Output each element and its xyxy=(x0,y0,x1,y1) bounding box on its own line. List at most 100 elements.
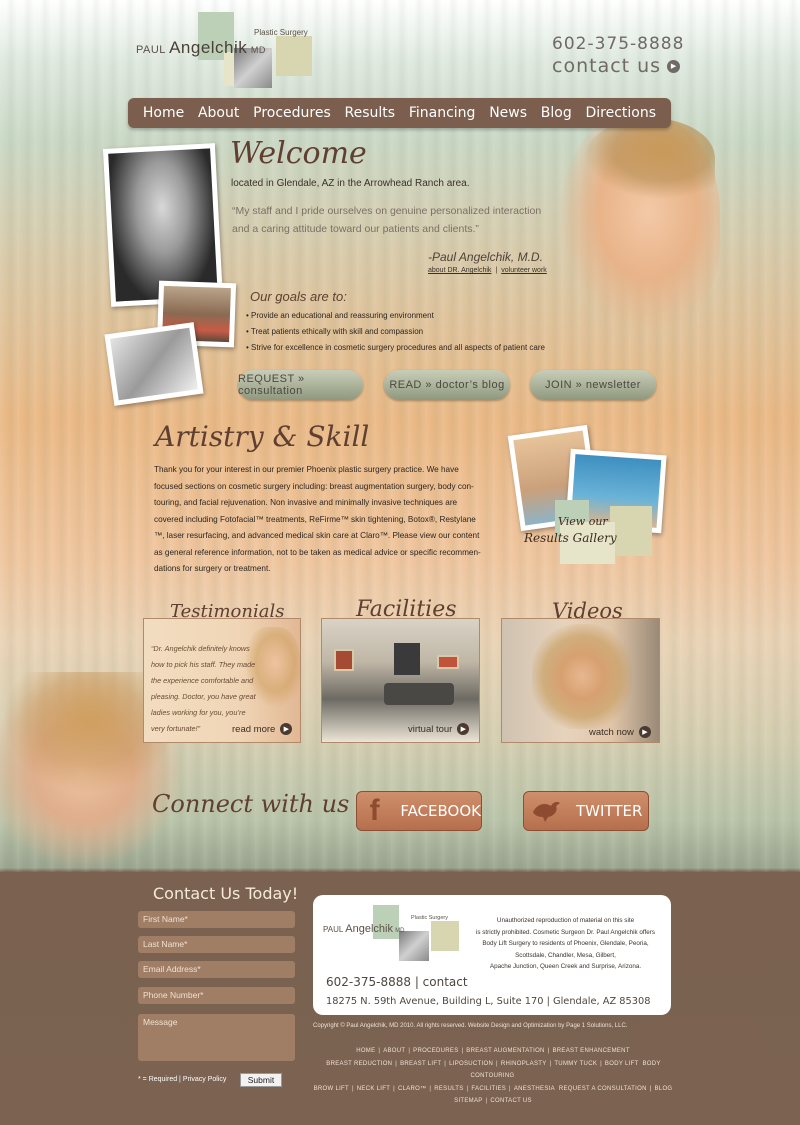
videos-card[interactable]: watch now ▶ xyxy=(501,618,660,743)
artistry-line: focused sections on cosmetic surgery inc… xyxy=(154,481,474,491)
footer-link[interactable]: SITEMAP xyxy=(454,1098,482,1104)
arrow-right-icon: ▶ xyxy=(638,726,651,738)
read-more-link[interactable]: read more ▶ xyxy=(232,723,293,735)
testimonial-line: ladies working for you, you’re xyxy=(151,708,246,717)
bird-icon xyxy=(524,798,568,824)
volunteer-work-link[interactable]: volunteer work xyxy=(501,267,547,274)
facility-art-1 xyxy=(334,649,354,671)
contact-us-label: contact us xyxy=(552,55,662,77)
artistry-text: Thank you for your interest in our premi… xyxy=(154,462,499,578)
read-blog-button[interactable]: READ » doctor’s blog xyxy=(384,370,510,400)
artistry-title: Artistry & Skill xyxy=(155,420,370,453)
request-consultation-button[interactable]: REQUEST » consultation xyxy=(238,370,363,400)
watch-now-label: watch now xyxy=(589,726,634,738)
footer-logo[interactable]: PAUL Angelchik MD Plastic Surgery xyxy=(321,903,471,961)
artistry-line: dations for surgery or treatment. xyxy=(154,564,271,573)
nav-blog[interactable]: Blog xyxy=(541,105,572,121)
footer-link[interactable]: BREAST LIFT xyxy=(400,1061,441,1067)
footer-link[interactable]: CLARO™ xyxy=(398,1086,426,1092)
goals-title: Our goals are to: xyxy=(250,289,347,304)
header-contact-us[interactable]: contact us ▶ xyxy=(552,55,681,77)
facility-doorway xyxy=(394,643,420,675)
footer-links-row: BROW LIFT | NECK LIFT | CLARO™ | RESULTS… xyxy=(313,1085,673,1092)
virtual-tour-link[interactable]: virtual tour ▶ xyxy=(408,723,470,735)
footer-logo-tag: Plastic Surgery xyxy=(411,915,448,921)
nav-financing[interactable]: Financing xyxy=(409,105,476,121)
hero-woman-hair xyxy=(585,118,715,198)
footer-link[interactable]: NECK LIFT xyxy=(357,1086,390,1092)
footer-link[interactable]: BLOG xyxy=(655,1086,673,1092)
footer-contact-title: Contact Us Today! xyxy=(153,884,299,903)
facebook-button[interactable]: f FACEBOOK xyxy=(356,791,482,831)
footer-link[interactable]: ABOUT xyxy=(383,1048,405,1054)
message-field[interactable]: Message xyxy=(138,1014,295,1061)
footer-link[interactable]: REQUEST A CONSULTATION xyxy=(559,1086,647,1092)
footer-link[interactable]: LIPOSUCTION xyxy=(449,1061,493,1067)
facilities-card[interactable]: virtual tour ▶ xyxy=(321,618,480,743)
link-divider: | xyxy=(495,267,498,274)
footer-copyright: Copyright © Paul Angelchik, MD 2010. All… xyxy=(313,1023,628,1029)
footer-links: HOME | ABOUT | PROCEDURES | BREAST AUGME… xyxy=(308,1045,678,1108)
nav-home[interactable]: Home xyxy=(143,105,184,121)
footer-info-box: PAUL Angelchik MD Plastic Surgery Unauth… xyxy=(313,895,671,1015)
nav-results[interactable]: Results xyxy=(345,105,396,121)
join-newsletter-button[interactable]: JOIN » newsletter xyxy=(530,370,656,400)
arrow-right-icon: ▶ xyxy=(280,723,293,735)
notice-line: is strictly prohibited. Cosmetic Surgeon… xyxy=(475,928,656,936)
testimonials-card[interactable]: “Dr. Angelchik definitely knows how to p… xyxy=(143,618,301,743)
logo-square-tan xyxy=(276,36,312,76)
footer-link[interactable]: RHINOPLASTY xyxy=(501,1061,547,1067)
notice-line: Body Lift Surgery to residents of Phoeni… xyxy=(482,940,649,948)
artistry-line: ™, laser resurfacing, and advanced medic… xyxy=(154,531,480,540)
twitter-button[interactable]: TWITTER xyxy=(523,791,649,831)
footer-link[interactable]: CONTACT US xyxy=(490,1098,531,1104)
facility-art-2 xyxy=(437,655,459,669)
nav-procedures[interactable]: Procedures xyxy=(253,105,331,121)
notice-line: Scottsdale, Chandler, Mesa, Gilbert, xyxy=(515,951,616,959)
artistry-line: Thank you for your interest in our premi… xyxy=(154,465,459,474)
watch-now-link[interactable]: watch now ▶ xyxy=(589,726,651,738)
footer-link[interactable]: BREAST REDUCTION xyxy=(326,1061,392,1067)
footer-links-row: BREAST REDUCTION | BREAST LIFT | LIPOSUC… xyxy=(326,1060,661,1080)
footer-link[interactable]: TUMMY TUCK xyxy=(554,1061,597,1067)
footer-link[interactable]: ANESTHESIA xyxy=(514,1086,555,1092)
submit-button[interactable]: Submit xyxy=(240,1073,282,1087)
nav-news[interactable]: News xyxy=(489,105,527,121)
goal-item-1: • Provide an educational and reassuring … xyxy=(246,311,434,320)
required-note: * = Required | Privacy Policy xyxy=(138,1076,227,1083)
footer-link[interactable]: PROCEDURES xyxy=(413,1048,458,1054)
last-name-field[interactable]: Last Name* xyxy=(138,936,295,953)
footer-link[interactable]: BREAST ENHANCEMENT xyxy=(552,1048,629,1054)
welcome-quote-1: “My staff and I pride ourselves on genui… xyxy=(232,205,542,217)
arrow-right-icon: ▶ xyxy=(667,59,681,73)
nav-about[interactable]: About xyxy=(198,105,239,121)
footer-link[interactable]: RESULTS xyxy=(434,1086,463,1092)
footer-logo-first: PAUL xyxy=(323,925,344,934)
footer-link[interactable]: BODY LIFT xyxy=(605,1061,639,1067)
footer-address: 18275 N. 59th Avenue, Building L, Suite … xyxy=(326,996,651,1007)
results-gallery-link[interactable]: View our Results Gallery xyxy=(507,422,670,567)
footer-link[interactable]: HOME xyxy=(356,1048,375,1054)
footer-link[interactable]: BROW LIFT xyxy=(314,1086,349,1092)
welcome-quote-2: and a caring attitude toward our patient… xyxy=(232,223,479,235)
welcome-links: about DR. Angelchik | volunteer work xyxy=(428,267,547,274)
logo-tagline: Plastic Surgery xyxy=(254,28,308,37)
footer-logo-suffix: MD xyxy=(395,928,405,934)
first-name-field[interactable]: First Name* xyxy=(138,911,295,928)
testimonial-line: how to pick his staff. They made xyxy=(151,660,256,669)
footer-phone-contact[interactable]: 602-375-8888 | contact xyxy=(326,975,468,989)
footer-logo-square-photo xyxy=(399,931,429,961)
facility-chairs xyxy=(384,683,454,705)
phone-field[interactable]: Phone Number* xyxy=(138,987,295,1004)
footer-link[interactable]: FACILITIES xyxy=(471,1086,506,1092)
nav-directions[interactable]: Directions xyxy=(585,105,656,121)
welcome-location: located in Glendale, AZ in the Arrowhead… xyxy=(231,178,470,189)
about-doctor-link[interactable]: about DR. Angelchik xyxy=(428,267,491,274)
header-phone[interactable]: 602-375-8888 xyxy=(552,34,684,54)
goal-item-3: • Strive for excellence in cosmetic surg… xyxy=(246,343,545,352)
artistry-line: as general reference information, not to… xyxy=(154,547,481,557)
email-field[interactable]: Email Address* xyxy=(138,961,295,978)
site-logo[interactable]: PAUL Angelchik MD Plastic Surgery xyxy=(136,12,316,90)
testimonial-line: “Dr. Angelchik definitely knows xyxy=(151,644,250,653)
footer-link[interactable]: BREAST AUGMENTATION xyxy=(466,1048,544,1054)
